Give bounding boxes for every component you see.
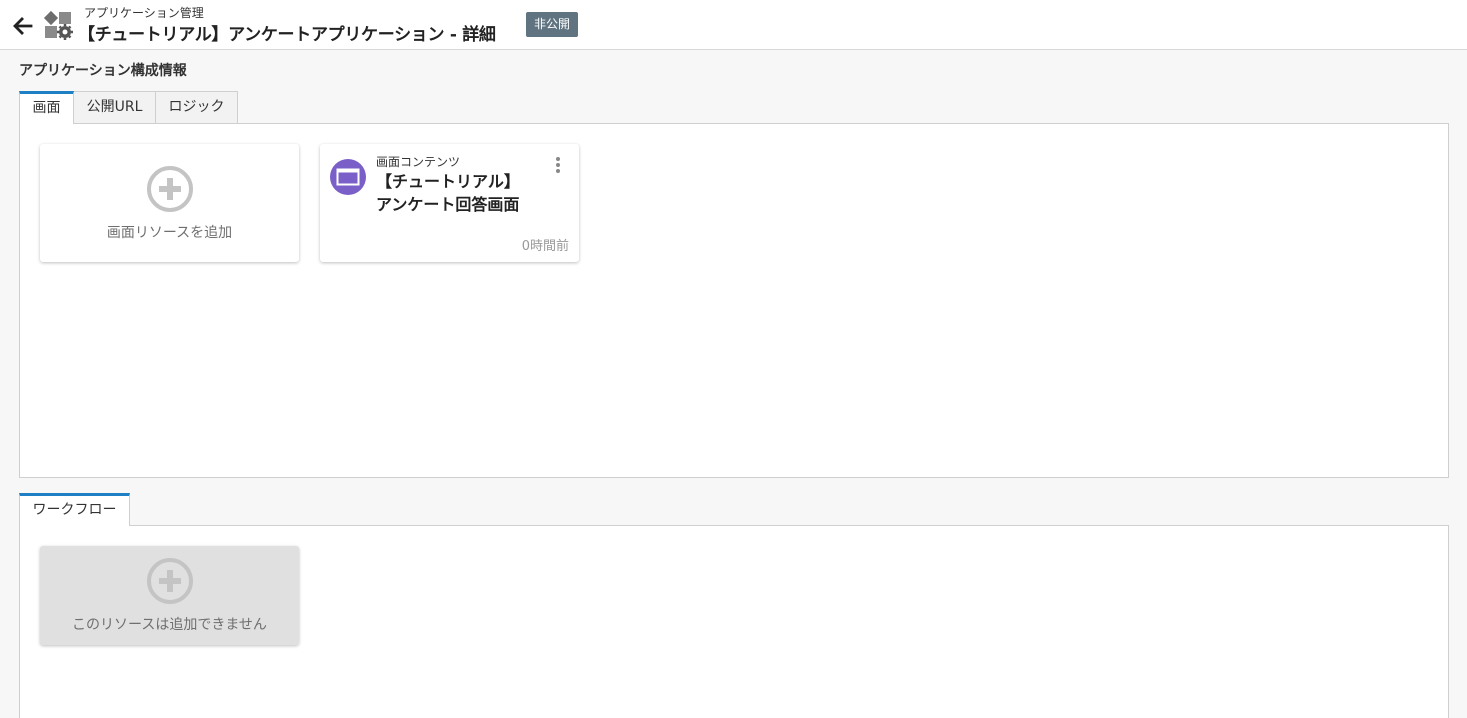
section-title-config: アプリケーション構成情報 [19, 63, 187, 79]
tab-screen[interactable]: 画面 [19, 91, 74, 124]
workflow-panel: このリソースは追加できません [19, 525, 1449, 718]
tab-workflow[interactable]: ワークフロー [19, 493, 130, 526]
app-header: アプリケーション管理 【チュートリアル】アンケートアプリケーション - 詳細 非… [0, 0, 1467, 50]
plus-circle-icon [147, 166, 193, 212]
screen-resource-card[interactable]: 画面コンテンツ 【チュートリアル】 アンケート回答画面 0時間前 [320, 144, 579, 262]
browser-window-icon [330, 159, 366, 195]
app-management-gear-icon [43, 10, 73, 40]
add-screen-resource-label: 画面リソースを追加 [106, 225, 233, 241]
status-badge: 非公開 [526, 12, 579, 37]
plus-circle-icon [147, 558, 193, 604]
config-panel: 画面リソースを追加 画面コンテンツ 【チュートリアル】 アンケート回答画面 0時… [19, 123, 1449, 478]
add-screen-resource-card[interactable]: 画面リソースを追加 [40, 144, 299, 262]
add-workflow-resource-card: このリソースは追加できません [40, 546, 299, 645]
arrow-left-icon [13, 17, 33, 35]
add-workflow-resource-label: このリソースは追加できません [72, 617, 267, 633]
breadcrumb[interactable]: アプリケーション管理 [84, 4, 204, 21]
back-button[interactable] [10, 13, 36, 39]
tab-logic[interactable]: ロジック [155, 91, 238, 123]
more-vertical-icon[interactable] [554, 156, 562, 176]
tab-public-url[interactable]: 公開URL [73, 91, 156, 123]
page-title: 【チュートリアル】アンケートアプリケーション - 詳細 [78, 25, 496, 45]
resource-updated-time: 0時間前 [521, 239, 569, 254]
resource-title: 【チュートリアル】 アンケート回答画面 [376, 170, 520, 216]
resource-title-line2: アンケート回答画面 [376, 195, 520, 214]
resource-title-line1: 【チュートリアル】 [376, 172, 520, 191]
resource-type-label: 画面コンテンツ [376, 155, 461, 169]
